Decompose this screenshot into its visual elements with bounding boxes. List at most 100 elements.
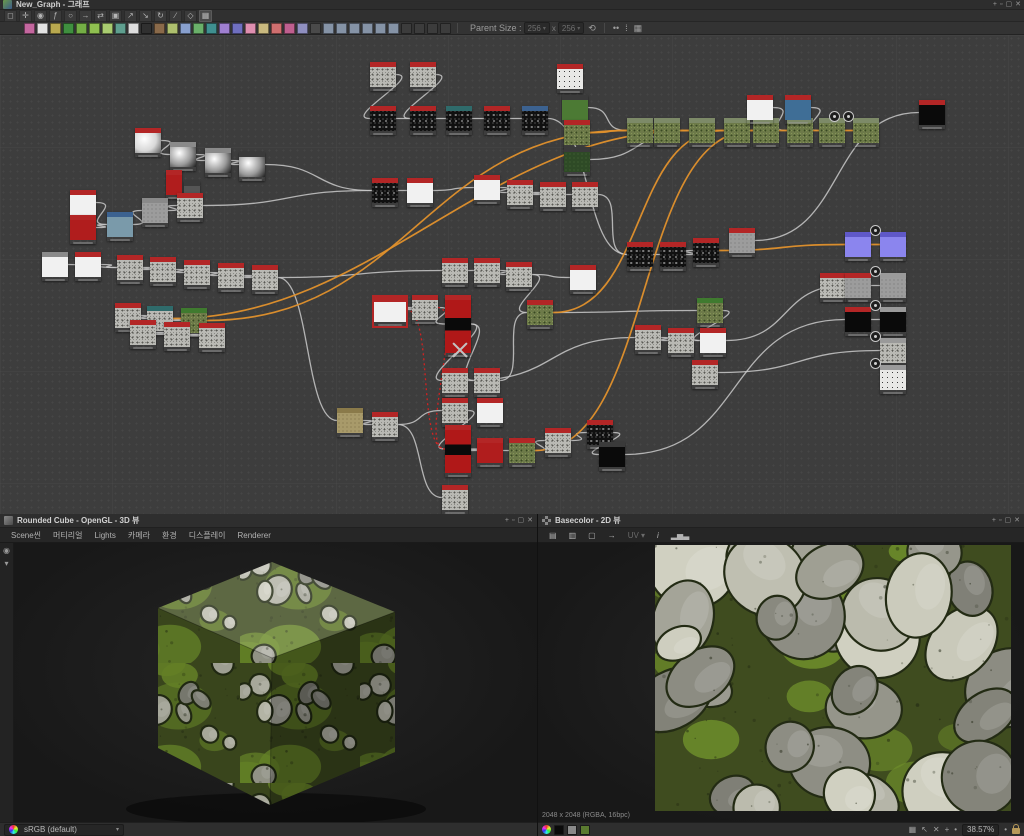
node-palette-swatch-16[interactable]: [232, 23, 243, 34]
graph-node[interactable]: [627, 118, 653, 147]
node-palette-swatch-21[interactable]: [297, 23, 308, 34]
select-frame-icon[interactable]: ◻: [4, 10, 17, 22]
float-icon[interactable]: ▫: [512, 517, 514, 525]
graph-node[interactable]: [372, 178, 398, 207]
menu-6[interactable]: 디스플레이: [184, 529, 231, 542]
parent-size-width-dropdown[interactable]: 256▾: [524, 22, 550, 34]
node-palette-swatch-30[interactable]: [414, 23, 425, 34]
graph-node[interactable]: [668, 328, 694, 357]
graph-node[interactable]: [184, 260, 210, 289]
graph-node[interactable]: [557, 64, 583, 93]
graph-node[interactable]: [442, 485, 468, 514]
graph-node[interactable]: [372, 412, 398, 441]
graph-node[interactable]: [627, 242, 653, 271]
wire[interactable]: [588, 108, 627, 131]
parent-size-reset-icon[interactable]: ⟲: [586, 23, 598, 34]
graph-node[interactable]: [374, 297, 406, 326]
uv-dropdown[interactable]: UV ▾: [623, 530, 650, 541]
rotate-icon[interactable]: ↻: [154, 10, 167, 22]
graph-node[interactable]: [819, 118, 845, 147]
wire[interactable]: [553, 311, 697, 313]
fit-view-icon[interactable]: ▦: [632, 23, 645, 34]
zoom-level-value[interactable]: 38.57%: [962, 824, 999, 836]
node-palette-swatch-32[interactable]: [440, 23, 451, 34]
node-palette-swatch-15[interactable]: [219, 23, 230, 34]
histogram-icon[interactable]: ▂▅▃: [666, 530, 694, 541]
graph-node[interactable]: [507, 180, 533, 209]
graph-node[interactable]: [130, 320, 156, 349]
graph-node[interactable]: [410, 106, 436, 135]
close-icon[interactable]: ✕: [527, 517, 533, 525]
node-palette-swatch-20[interactable]: [284, 23, 295, 34]
graph-node[interactable]: [164, 322, 190, 351]
node-palette-swatch-25[interactable]: [349, 23, 360, 34]
close-icon[interactable]: ✕: [1015, 1, 1021, 9]
alpha-channel-swatch[interactable]: [554, 825, 564, 835]
node-palette-swatch-18[interactable]: [258, 23, 269, 34]
wire[interactable]: [265, 165, 372, 191]
node-palette-swatch-7[interactable]: [115, 23, 126, 34]
wire[interactable]: [535, 441, 545, 451]
float-icon[interactable]: ▫: [999, 517, 1001, 525]
graph-node[interactable]: [660, 242, 686, 271]
graph-node[interactable]: [477, 398, 503, 427]
graph-node[interactable]: [442, 398, 468, 427]
graph-node[interactable]: [42, 252, 68, 281]
wire[interactable]: [363, 421, 373, 425]
graph-node[interactable]: [747, 95, 773, 124]
graph-node[interactable]: [177, 193, 203, 222]
graph-node[interactable]: [880, 232, 906, 261]
maximize-icon[interactable]: ▢: [1006, 1, 1013, 9]
graph-node[interactable]: [689, 118, 715, 147]
graph-node[interactable]: [880, 273, 906, 302]
node-palette-swatch-2[interactable]: [50, 23, 61, 34]
wire[interactable]: [278, 278, 337, 421]
wire[interactable]: [718, 351, 880, 373]
wire[interactable]: [96, 225, 107, 228]
link-compact-icon[interactable]: ↗: [124, 10, 137, 22]
graph-node[interactable]: [654, 118, 680, 147]
node-palette-swatch-27[interactable]: [375, 23, 386, 34]
wire[interactable]: [133, 211, 143, 225]
graph-node[interactable]: [729, 228, 755, 257]
node-palette-swatch-22[interactable]: [310, 23, 321, 34]
align-vertical-icon[interactable]: ⁞: [623, 23, 630, 33]
graph-node[interactable]: [692, 360, 718, 389]
view2d-header[interactable]: Basecolor - 2D 뷰 +▫▢✕: [538, 514, 1024, 528]
graph-node[interactable]: [522, 106, 548, 135]
dot-icon[interactable]: •: [954, 825, 957, 834]
pin-icon[interactable]: +: [505, 517, 509, 525]
export-icon[interactable]: →: [603, 530, 621, 541]
graph-node[interactable]: [845, 273, 871, 302]
link-curve-icon[interactable]: ↘: [139, 10, 152, 22]
maximize-icon[interactable]: ▢: [518, 517, 525, 525]
node-palette-swatch-24[interactable]: [336, 23, 347, 34]
graph-node[interactable]: [474, 368, 500, 397]
graph-node[interactable]: [70, 215, 96, 244]
pin-icon[interactable]: +: [992, 517, 996, 525]
graph-node[interactable]: [785, 95, 811, 124]
graph-titlebar[interactable]: New_Graph - 그래프 +▫▢✕: [0, 0, 1024, 10]
colorspace-dropdown[interactable]: sRGB (default) ▾: [4, 824, 124, 836]
graph-node[interactable]: [252, 265, 278, 294]
graph-node[interactable]: [205, 148, 231, 177]
menu-7[interactable]: Renderer: [233, 530, 276, 541]
graph-node[interactable]: [570, 265, 596, 294]
graph-node[interactable]: [820, 273, 846, 302]
rgb-channel-icon[interactable]: [542, 825, 551, 834]
parent-size-height-dropdown[interactable]: 256▾: [558, 22, 584, 34]
rounded-cube-render[interactable]: [0, 543, 537, 822]
graph-node[interactable]: [370, 106, 396, 135]
pin-icon[interactable]: +: [993, 1, 997, 9]
graph-node[interactable]: [337, 408, 363, 437]
dot-icon[interactable]: •: [1004, 825, 1007, 834]
graph-node[interactable]: [239, 152, 265, 181]
pointer-icon[interactable]: ↖: [921, 825, 928, 834]
node-palette-swatch-29[interactable]: [401, 23, 412, 34]
wire[interactable]: [598, 195, 627, 255]
graph-node[interactable]: [150, 257, 176, 286]
maximize-icon[interactable]: ▢: [1005, 517, 1012, 525]
graph-node[interactable]: [919, 100, 945, 129]
graph-node[interactable]: [170, 142, 196, 171]
graph-node[interactable]: [880, 365, 906, 394]
